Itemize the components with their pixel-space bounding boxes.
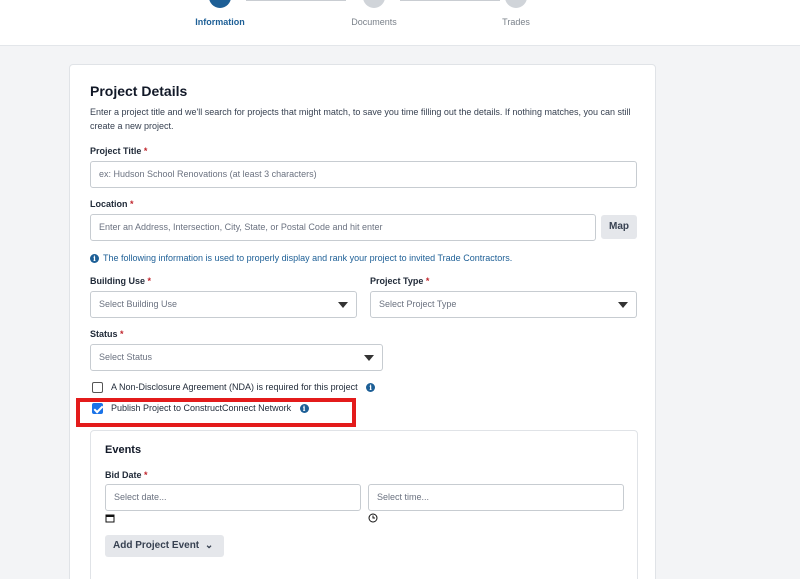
building-use-select[interactable]: Select Building Use [90,291,357,318]
chevron-down-icon [338,302,348,308]
step-number: 2 [363,0,385,8]
events-title: Events [105,444,142,456]
page-title: Project Details [90,83,188,99]
location-input[interactable]: Enter an Address, Intersection, City, St… [90,214,596,241]
chevron-down-icon: ⌄ [204,540,214,551]
nda-checkbox[interactable] [92,382,103,394]
step-connector [246,0,346,1]
project-title-label: Project Title * [90,146,148,156]
events-panel: Events Bid Date * Select date... Select … [90,430,638,579]
building-use-label: Building Use * [90,276,152,286]
step-number: 3 [505,0,527,8]
status-select[interactable]: Select Status [90,344,383,371]
clock-icon[interactable] [368,513,378,525]
chevron-down-icon [618,302,628,308]
info-icon[interactable]: i [366,383,376,393]
progress-stepper: 1 Information 2 Documents 3 Trades [0,0,800,46]
intro-text: Enter a project title and we'll search f… [90,107,631,131]
location-label: Location * [90,199,134,209]
project-type-select[interactable]: Select Project Type [370,291,637,318]
status-label: Status * [90,329,124,339]
bid-date-label: Bid Date * [105,470,148,480]
calendar-icon[interactable] [105,513,115,525]
highlight-box [76,398,356,427]
project-type-label: Project Type * [370,276,430,286]
step-label: Documents [351,17,397,27]
chevron-down-icon [364,355,374,361]
info-icon: i [90,254,99,264]
step-label: Information [195,17,245,27]
project-details-card: Project Details Enter a project title an… [69,64,656,579]
step-connector [400,0,500,1]
step-number: 1 [209,0,231,8]
map-button[interactable]: Map [601,215,637,239]
nda-checkbox-row: A Non-Disclosure Agreement (NDA) is requ… [92,382,379,394]
step-label: Trades [502,17,530,27]
bid-time-input[interactable]: Select time... [368,484,624,511]
nda-label: A Non-Disclosure Agreement (NDA) is requ… [111,382,358,392]
bid-date-input[interactable]: Select date... [105,484,361,511]
project-title-input[interactable]: ex: Hudson School Renovations (at least … [90,161,637,188]
info-message: i The following information is used to pr… [90,253,512,264]
add-project-event-button[interactable]: Add Project Event ⌄ [105,535,224,557]
